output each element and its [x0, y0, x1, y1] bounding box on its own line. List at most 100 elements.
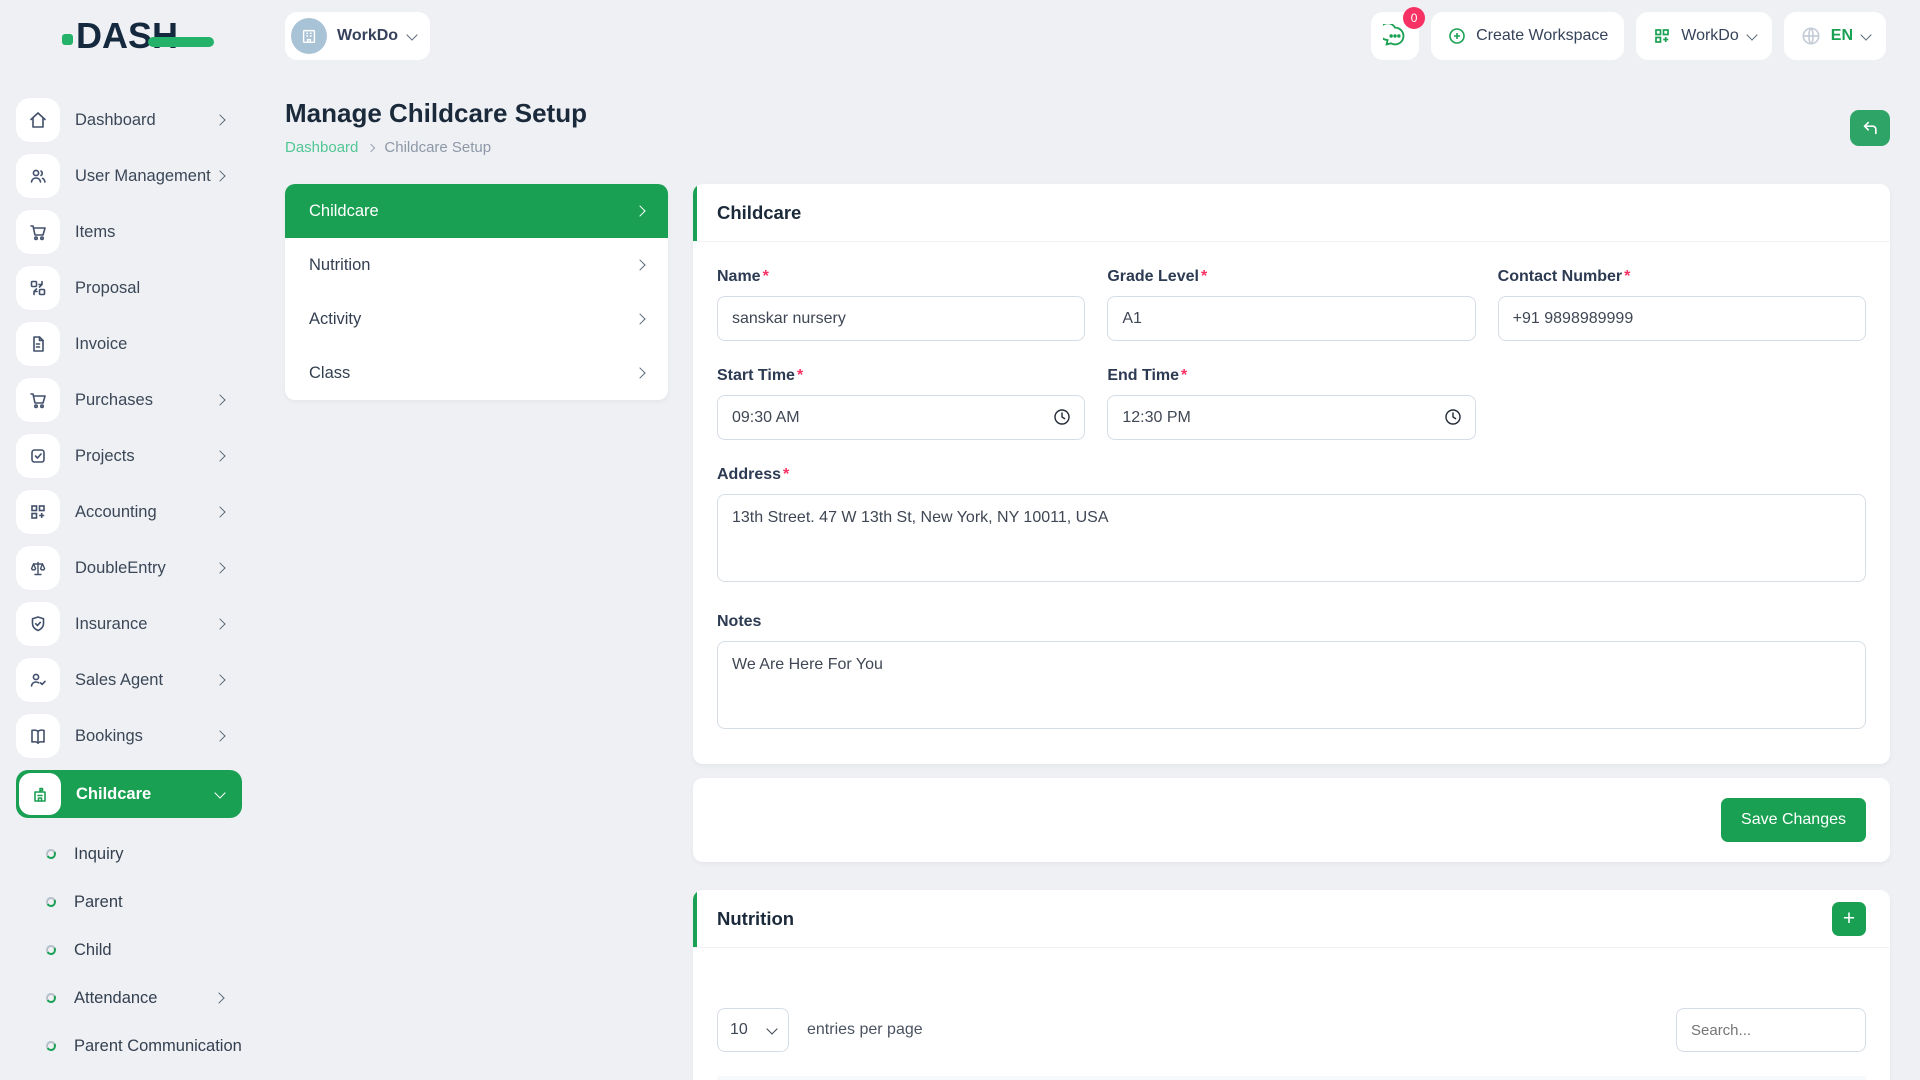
end-time-input[interactable] — [1107, 395, 1476, 440]
nutrition-card: Nutrition + 10 entries per page Search..… — [693, 890, 1890, 1080]
chevron-down-icon — [766, 1022, 778, 1035]
create-workspace-label: Create Workspace — [1476, 27, 1609, 44]
checkbox-icon — [16, 434, 60, 478]
entries-per-page-select[interactable]: 10 — [717, 1008, 789, 1052]
workflow-icon — [16, 266, 60, 310]
document-icon — [16, 322, 60, 366]
sidebar-item-user-management[interactable]: User Management — [16, 154, 242, 198]
nutrition-card-title: Nutrition — [717, 907, 795, 929]
messages-button[interactable]: 0 — [1371, 7, 1426, 60]
language-code: EN — [1830, 27, 1853, 44]
bullet-icon — [44, 1039, 58, 1053]
notification-badge: 0 — [1403, 7, 1426, 29]
breadcrumb-current: Childcare Setup — [384, 139, 492, 156]
sidebar-subitem-inquiry[interactable]: Inquiry — [16, 830, 255, 878]
logo-text: DASH — [76, 15, 179, 56]
save-changes-button[interactable]: Save Changes — [1721, 798, 1866, 842]
start-time-label: Start Time * — [717, 367, 804, 384]
breadcrumb-separator-icon — [367, 143, 376, 152]
sidebar-item-items[interactable]: Items — [16, 210, 242, 254]
start-time-input[interactable] — [717, 395, 1086, 440]
grid-plus-icon — [16, 490, 60, 534]
chevron-down-icon — [406, 28, 418, 41]
field-address: Address * 13th Street. 47 W 13th St, New … — [717, 466, 1866, 587]
create-workspace-button[interactable]: Create Workspace — [1431, 12, 1625, 60]
page-title: Manage Childcare Setup — [285, 98, 587, 128]
search-input[interactable] — [1676, 1008, 1866, 1052]
contact-number-input[interactable] — [1497, 296, 1866, 341]
language-selector[interactable]: EN — [1783, 12, 1886, 60]
field-grade-level: Grade Level * — [1107, 268, 1476, 341]
back-button[interactable] — [1850, 110, 1890, 146]
sidebar-item-accounting[interactable]: Accounting — [16, 490, 242, 534]
building-icon — [302, 29, 316, 44]
chevron-right-icon — [214, 562, 226, 574]
grade-level-label: Grade Level * — [1107, 268, 1208, 285]
sidebar-item-projects[interactable]: Projects — [16, 434, 242, 478]
chevron-right-icon — [214, 394, 226, 406]
sidebar-item-childcare[interactable]: Childcare — [16, 770, 242, 818]
main-content: Manage Childcare Setup Dashboard Childca… — [255, 72, 1920, 1080]
grid-plus-icon — [1655, 29, 1670, 43]
chevron-right-icon — [214, 114, 226, 126]
topbar: DASH WorkDo 0 Create Workspace WorkDo EN — [0, 0, 1920, 72]
chevron-right-icon — [634, 259, 646, 271]
sidebar-item-sales-agent[interactable]: Sales Agent — [16, 658, 242, 702]
end-time-label: End Time * — [1107, 367, 1188, 384]
name-input[interactable] — [717, 296, 1086, 341]
chevron-right-icon — [214, 170, 226, 182]
sidebar-item-invoice[interactable]: Invoice — [16, 322, 242, 366]
breadcrumb: Dashboard Childcare Setup — [285, 139, 1890, 156]
address-textarea[interactable]: 13th Street. 47 W 13th St, New York, NY … — [717, 494, 1866, 582]
address-label: Address * — [717, 466, 790, 483]
sidebar-item-insurance[interactable]: Insurance — [16, 602, 242, 646]
chevron-right-icon — [214, 618, 226, 630]
sidebar-subitem-parent-communication[interactable]: Parent Communication — [16, 1022, 255, 1070]
sidebar-item-purchases[interactable]: Purchases — [16, 378, 242, 422]
field-name: Name * — [717, 268, 1086, 341]
setup-subnav: Childcare Nutrition Activity Class — [285, 184, 668, 400]
workspace-switcher[interactable]: WorkDo — [285, 12, 431, 60]
book-icon — [16, 714, 60, 758]
subnav-item-class[interactable]: Class — [285, 346, 668, 400]
sidebar-subitem-child[interactable]: Child — [16, 926, 255, 974]
grade-level-input[interactable] — [1107, 296, 1476, 341]
chevron-right-icon — [634, 313, 646, 325]
home-icon — [16, 98, 60, 142]
subnav-item-nutrition[interactable]: Nutrition — [285, 238, 668, 292]
notes-label: Notes — [717, 613, 762, 630]
chat-bubble-icon — [1383, 24, 1405, 46]
sidebar: Dashboard User Management Items Proposal… — [0, 72, 255, 1080]
form-footer: Save Changes — [693, 778, 1890, 862]
return-arrow-icon — [1863, 121, 1877, 135]
sidebar-item-bookings[interactable]: Bookings — [16, 714, 242, 758]
add-nutrition-button[interactable]: + — [1832, 901, 1866, 936]
field-notes: Notes We Are Here For You — [717, 613, 1866, 734]
workdo-menu-button[interactable]: WorkDo — [1636, 12, 1772, 60]
sidebar-item-dashboard[interactable]: Dashboard — [16, 98, 242, 142]
logo-green-bar — [148, 37, 215, 47]
chevron-right-icon — [634, 205, 646, 217]
breadcrumb-dashboard-link[interactable]: Dashboard — [285, 139, 358, 156]
sidebar-subitem-parent[interactable]: Parent — [16, 878, 255, 926]
bullet-icon — [44, 991, 58, 1005]
sidebar-item-proposal[interactable]: Proposal — [16, 266, 242, 310]
workspace-avatar — [291, 18, 327, 54]
subnav-item-childcare[interactable]: Childcare — [285, 184, 668, 238]
plus-circle-icon — [1449, 28, 1465, 44]
school-building-icon — [19, 773, 61, 815]
bullet-icon — [44, 895, 58, 909]
users-icon — [16, 154, 60, 198]
chevron-right-icon — [214, 506, 226, 518]
bullet-icon — [44, 847, 58, 861]
childcare-card: Childcare Name* Grade Level* Conta — [693, 184, 1890, 764]
logo-dash-mark — [62, 33, 73, 45]
subnav-item-activity[interactable]: Activity — [285, 292, 668, 346]
sidebar-item-doubleentry[interactable]: DoubleEntry — [16, 546, 242, 590]
sidebar-subitem-attendance[interactable]: Attendance — [16, 974, 255, 1022]
chevron-down-icon — [1746, 28, 1758, 41]
workdo-menu-label: WorkDo — [1681, 27, 1739, 44]
notes-textarea[interactable]: We Are Here For You — [717, 641, 1866, 729]
scales-icon — [16, 546, 60, 590]
user-check-icon — [16, 658, 60, 702]
